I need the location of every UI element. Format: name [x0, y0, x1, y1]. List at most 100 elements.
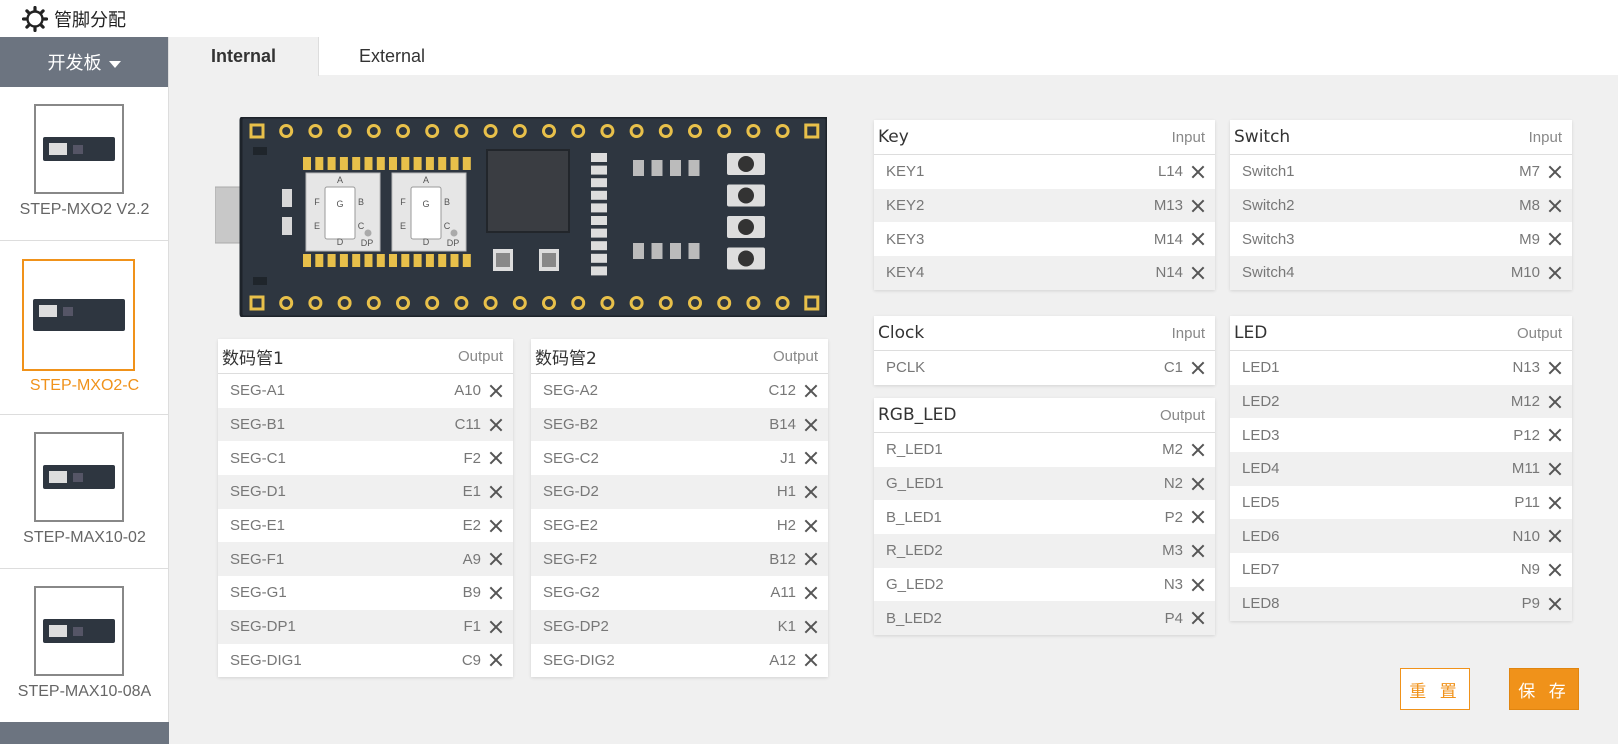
reset-button[interactable]: 重 置	[1400, 668, 1470, 710]
pin-value[interactable]: P4	[1165, 610, 1183, 627]
pin-value[interactable]: C12	[768, 382, 796, 399]
pin-value[interactable]: H1	[777, 483, 796, 500]
pin-value[interactable]: M8	[1519, 197, 1540, 214]
remove-pin-icon[interactable]	[1191, 165, 1205, 179]
save-button[interactable]: 保 存	[1509, 668, 1579, 710]
pin-value[interactable]: F2	[463, 450, 481, 467]
remove-pin-icon[interactable]	[1548, 361, 1562, 375]
remove-pin-icon[interactable]	[1548, 563, 1562, 577]
panel-header: Switch Input	[1230, 120, 1572, 155]
remove-pin-icon[interactable]	[804, 653, 818, 667]
remove-pin-icon[interactable]	[1191, 544, 1205, 558]
remove-pin-icon[interactable]	[489, 586, 503, 600]
board-item[interactable]: STEP-MXO2 V2.2	[0, 87, 168, 241]
remove-pin-icon[interactable]	[1191, 232, 1205, 246]
pin-value[interactable]: E1	[463, 483, 481, 500]
pin-value[interactable]: B14	[769, 416, 796, 433]
pin-value[interactable]: M13	[1154, 197, 1183, 214]
remove-pin-icon[interactable]	[1548, 199, 1562, 213]
remove-pin-icon[interactable]	[804, 451, 818, 465]
remove-pin-icon[interactable]	[804, 586, 818, 600]
remove-pin-icon[interactable]	[489, 519, 503, 533]
pin-value[interactable]: M14	[1154, 231, 1183, 248]
remove-pin-icon[interactable]	[489, 653, 503, 667]
pin-value[interactable]: E2	[463, 517, 481, 534]
remove-pin-icon[interactable]	[1191, 510, 1205, 524]
board-item[interactable]: STEP-MXO2-C	[0, 241, 168, 415]
pin-value[interactable]: H2	[777, 517, 796, 534]
remove-pin-icon[interactable]	[1548, 266, 1562, 280]
board-item[interactable]: STEP-MAX10-02	[0, 415, 168, 569]
pin-value[interactable]: M9	[1519, 231, 1540, 248]
remove-pin-icon[interactable]	[1191, 578, 1205, 592]
push-button-cap	[738, 156, 754, 172]
remove-pin-icon[interactable]	[1191, 443, 1205, 457]
board-item[interactable]: STEP-MAX10-08A	[0, 569, 168, 723]
remove-pin-icon[interactable]	[489, 485, 503, 499]
pin-value[interactable]: M10	[1511, 264, 1540, 281]
board-dropdown[interactable]: 开发板	[0, 37, 168, 87]
pin-value[interactable]: M3	[1162, 542, 1183, 559]
remove-pin-icon[interactable]	[1548, 496, 1562, 510]
remove-pin-icon[interactable]	[489, 552, 503, 566]
pin-value[interactable]: N13	[1512, 359, 1540, 376]
remove-pin-icon[interactable]	[1548, 462, 1562, 476]
pin-value[interactable]: P9	[1522, 595, 1540, 612]
remove-pin-icon[interactable]	[489, 384, 503, 398]
pin-value[interactable]: C9	[462, 652, 481, 669]
display-pin	[462, 254, 471, 267]
remove-pin-icon[interactable]	[489, 620, 503, 634]
pin-row: B_LED2 P4	[874, 601, 1215, 636]
remove-pin-icon[interactable]	[804, 485, 818, 499]
pin-row: SEG-G2 A11	[531, 576, 828, 610]
pin-value[interactable]: L14	[1158, 163, 1183, 180]
remove-pin-icon[interactable]	[1548, 597, 1562, 611]
pin-value[interactable]: P2	[1165, 509, 1183, 526]
pin-value[interactable]: M2	[1162, 441, 1183, 458]
pin-value[interactable]: N14	[1155, 264, 1183, 281]
remove-pin-icon[interactable]	[804, 552, 818, 566]
remove-pin-icon[interactable]	[1548, 395, 1562, 409]
board-thumbnail	[22, 259, 135, 371]
pin-value[interactable]: N10	[1512, 528, 1540, 545]
remove-pin-icon[interactable]	[1191, 477, 1205, 491]
tab-external[interactable]: External	[319, 37, 1618, 75]
remove-pin-icon[interactable]	[804, 418, 818, 432]
remove-pin-icon[interactable]	[804, 519, 818, 533]
pin-value[interactable]: P12	[1513, 427, 1540, 444]
remove-pin-icon[interactable]	[1548, 428, 1562, 442]
pin-value[interactable]: A10	[454, 382, 481, 399]
remove-pin-icon[interactable]	[1191, 611, 1205, 625]
pin-value[interactable]: A9	[463, 551, 481, 568]
sidebar-footer[interactable]	[0, 722, 169, 744]
pin-value[interactable]: B9	[463, 584, 481, 601]
remove-pin-icon[interactable]	[804, 620, 818, 634]
pin-value[interactable]: N2	[1164, 475, 1183, 492]
remove-pin-icon[interactable]	[1548, 232, 1562, 246]
pin-value[interactable]: C11	[455, 416, 481, 433]
remove-pin-icon[interactable]	[1191, 199, 1205, 213]
remove-pin-icon[interactable]	[1191, 266, 1205, 280]
pin-value[interactable]: B12	[769, 551, 796, 568]
pin-value[interactable]: K1	[778, 618, 796, 635]
remove-pin-icon[interactable]	[1191, 361, 1205, 375]
pin-value[interactable]: C1	[1164, 359, 1183, 376]
remove-pin-icon[interactable]	[804, 384, 818, 398]
pin-value[interactable]: P11	[1514, 494, 1540, 511]
pin-value[interactable]: N9	[1521, 561, 1540, 578]
pin-value[interactable]: N3	[1164, 576, 1183, 593]
board-label: STEP-MXO2 V2.2	[19, 201, 150, 218]
pin-value[interactable]: A12	[769, 652, 796, 669]
pin-value[interactable]: M11	[1512, 460, 1540, 477]
remove-pin-icon[interactable]	[489, 451, 503, 465]
tab-internal[interactable]: Internal	[169, 37, 319, 76]
pin-value[interactable]: J1	[780, 450, 796, 467]
pin-value[interactable]: F1	[463, 618, 481, 635]
remove-pin-icon[interactable]	[1548, 529, 1562, 543]
remove-pin-icon[interactable]	[489, 418, 503, 432]
pin-value[interactable]: M7	[1519, 163, 1540, 180]
pin-value[interactable]: M12	[1511, 393, 1540, 410]
led-part	[633, 160, 644, 176]
pin-value[interactable]: A11	[770, 584, 796, 601]
remove-pin-icon[interactable]	[1548, 165, 1562, 179]
